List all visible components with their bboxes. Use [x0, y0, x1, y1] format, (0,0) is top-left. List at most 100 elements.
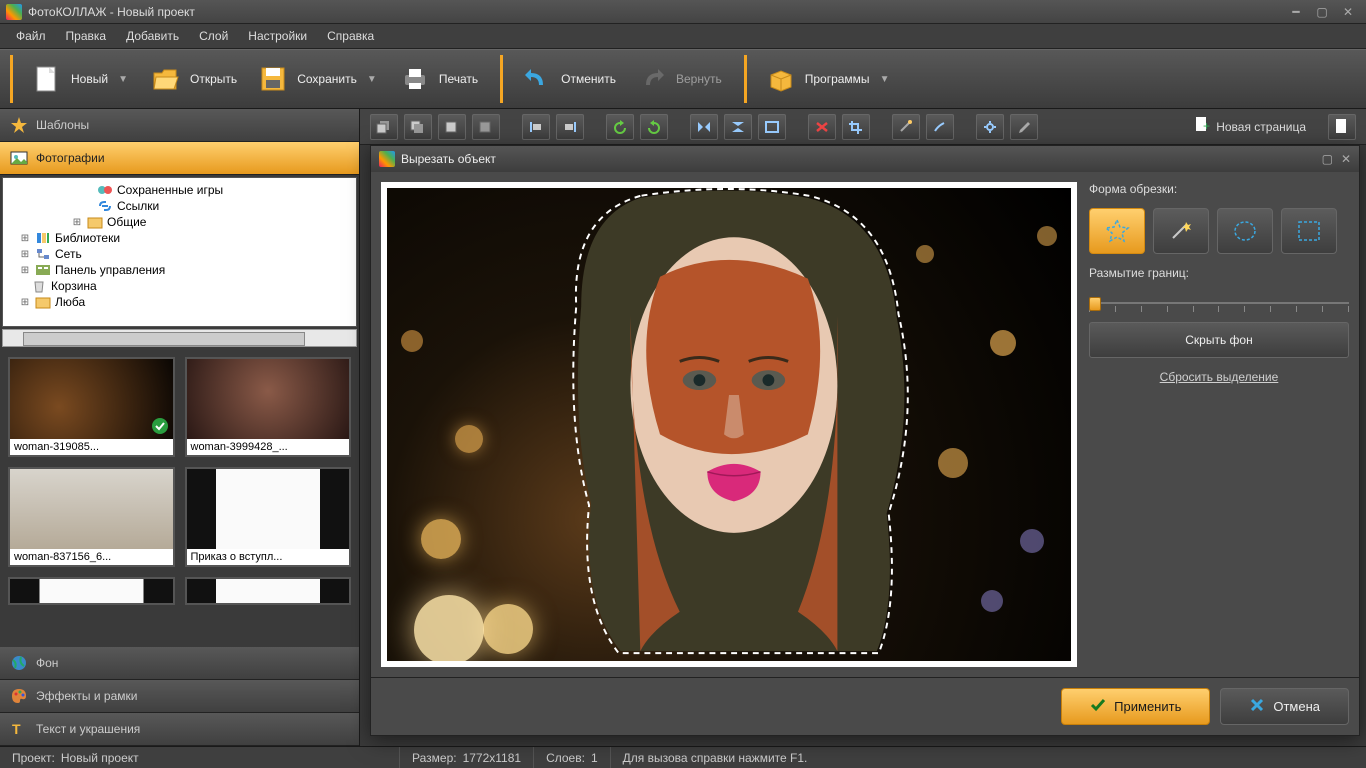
eyedropper-button[interactable] — [1010, 114, 1038, 140]
chevron-down-icon[interactable]: ▼ — [116, 74, 130, 85]
new-page-button[interactable]: + Новая страница — [1184, 112, 1316, 141]
layer-down-button[interactable] — [472, 114, 500, 140]
menu-file[interactable]: Файл — [6, 26, 56, 46]
undo-button[interactable]: Отменить — [511, 59, 626, 99]
print-button-label: Печать — [439, 72, 478, 86]
print-button[interactable]: Печать — [389, 59, 488, 99]
slider-thumb[interactable] — [1089, 297, 1101, 311]
apply-button[interactable]: Применить — [1061, 688, 1210, 725]
new-button-label: Новый — [71, 72, 108, 86]
new-page-label: Новая страница — [1216, 120, 1306, 134]
align-left-button[interactable] — [522, 114, 550, 140]
thumbnail[interactable]: woman-837156_6... — [8, 467, 175, 567]
shape-ellipse-button[interactable] — [1217, 208, 1273, 254]
thumbnail[interactable]: woman-3999428_... — [185, 357, 352, 457]
thumbnail[interactable]: Приказ о вступл... — [185, 467, 352, 567]
menubar: Файл Правка Добавить Слой Настройки Спра… — [0, 24, 1366, 49]
text-icon: T — [10, 720, 28, 738]
statusbar: Проект: Новый проект Размер: 1772x1181 С… — [0, 746, 1366, 768]
panel-text-label: Текст и украшения — [36, 722, 140, 736]
save-button[interactable]: Сохранить ▼ — [247, 59, 389, 99]
panel-templates-label: Шаблоны — [36, 118, 89, 132]
image-preview[interactable] — [387, 188, 1071, 661]
cancel-button-label: Отмена — [1273, 699, 1320, 714]
flip-vertical-button[interactable] — [724, 114, 752, 140]
menu-settings[interactable]: Настройки — [238, 26, 317, 46]
thumbnail[interactable] — [185, 577, 352, 605]
expand-icon[interactable]: ⊞ — [19, 297, 31, 308]
cross-icon — [1249, 697, 1265, 716]
menu-add[interactable]: Добавить — [116, 26, 189, 46]
close-icon[interactable]: ✕ — [1336, 5, 1360, 19]
tree-item-label: Панель управления — [55, 263, 165, 277]
panel-photos[interactable]: Фотографии — [0, 142, 359, 175]
blur-slider[interactable] — [1089, 296, 1349, 310]
chevron-down-icon[interactable]: ▼ — [365, 74, 379, 85]
settings-button[interactable] — [976, 114, 1004, 140]
folder-icon — [35, 295, 51, 309]
flip-horizontal-button[interactable] — [690, 114, 718, 140]
panel-background[interactable]: Фон — [0, 647, 359, 680]
layer-front-button[interactable] — [370, 114, 398, 140]
expand-icon[interactable]: ⊞ — [71, 217, 83, 228]
menu-help[interactable]: Справка — [317, 26, 384, 46]
expand-icon[interactable]: ⊞ — [19, 265, 31, 276]
panel-text[interactable]: T Текст и украшения — [0, 713, 359, 746]
shape-magic-wand-button[interactable] — [1153, 208, 1209, 254]
cut-object-dialog: Вырезать объект ▢ ✕ — [370, 145, 1360, 736]
redo-button[interactable]: Вернуть — [626, 59, 732, 99]
open-button[interactable]: Открыть — [140, 59, 247, 99]
new-button[interactable]: Новый ▼ — [21, 59, 140, 99]
layer-up-button[interactable] — [438, 114, 466, 140]
box-icon — [765, 63, 797, 95]
new-file-icon — [31, 63, 63, 95]
shape-freeform-button[interactable] — [1089, 208, 1145, 254]
minimize-icon[interactable]: ━ — [1284, 5, 1308, 19]
hide-background-label: Скрыть фон — [1185, 333, 1252, 347]
delete-page-button[interactable] — [1328, 114, 1356, 140]
panel-effects[interactable]: Эффекты и рамки — [0, 680, 359, 713]
menu-edit[interactable]: Правка — [56, 26, 117, 46]
reset-selection-link[interactable]: Сбросить выделение — [1089, 370, 1349, 384]
shape-rectangle-button[interactable] — [1281, 208, 1337, 254]
panel-background-label: Фон — [36, 656, 58, 670]
expand-icon[interactable]: ⊞ — [19, 249, 31, 260]
photo-icon — [10, 149, 28, 167]
dialog-close-icon[interactable]: ✕ — [1341, 152, 1351, 166]
hide-background-button[interactable]: Скрыть фон — [1089, 322, 1349, 358]
thumbnail[interactable]: woman-319085... — [8, 357, 175, 457]
panel-templates[interactable]: Шаблоны — [0, 109, 359, 142]
crop-shape-label: Форма обрезки: — [1089, 182, 1349, 196]
left-panel: Шаблоны Фотографии Сохраненные игры Ссыл… — [0, 109, 360, 746]
dialog-maximize-icon[interactable]: ▢ — [1322, 152, 1333, 166]
crop-button[interactable] — [842, 114, 870, 140]
save-button-label: Сохранить — [297, 72, 357, 86]
tree-item-label: Общие — [107, 215, 146, 229]
svg-text:+: + — [1203, 119, 1210, 133]
magic-wand-button[interactable] — [892, 114, 920, 140]
layer-back-button[interactable] — [404, 114, 432, 140]
brush-button[interactable] — [926, 114, 954, 140]
cancel-button[interactable]: Отмена — [1220, 688, 1349, 725]
chevron-down-icon[interactable]: ▼ — [878, 74, 892, 85]
thumbnail[interactable] — [8, 577, 175, 605]
dialog-title-label: Вырезать объект — [401, 152, 496, 166]
svg-text:T: T — [12, 721, 21, 737]
rotate-left-button[interactable] — [606, 114, 634, 140]
checkmark-icon — [151, 417, 169, 435]
programs-button[interactable]: Программы ▼ — [755, 59, 902, 99]
expand-icon[interactable]: ⊞ — [19, 233, 31, 244]
save-floppy-icon — [257, 63, 289, 95]
menu-layer[interactable]: Слой — [189, 26, 238, 46]
delete-button[interactable] — [808, 114, 836, 140]
align-right-button[interactable] — [556, 114, 584, 140]
tree-item-label: Сеть — [55, 247, 82, 261]
blur-edges-label: Размытие границ: — [1089, 266, 1349, 280]
horizontal-scrollbar[interactable] — [2, 329, 357, 347]
fit-button[interactable] — [758, 114, 786, 140]
link-icon — [97, 199, 113, 213]
palette-icon — [10, 687, 28, 705]
folder-tree[interactable]: Сохраненные игры Ссылки ⊞Общие ⊞Библиоте… — [2, 177, 357, 327]
maximize-icon[interactable]: ▢ — [1310, 5, 1334, 19]
rotate-right-button[interactable] — [640, 114, 668, 140]
